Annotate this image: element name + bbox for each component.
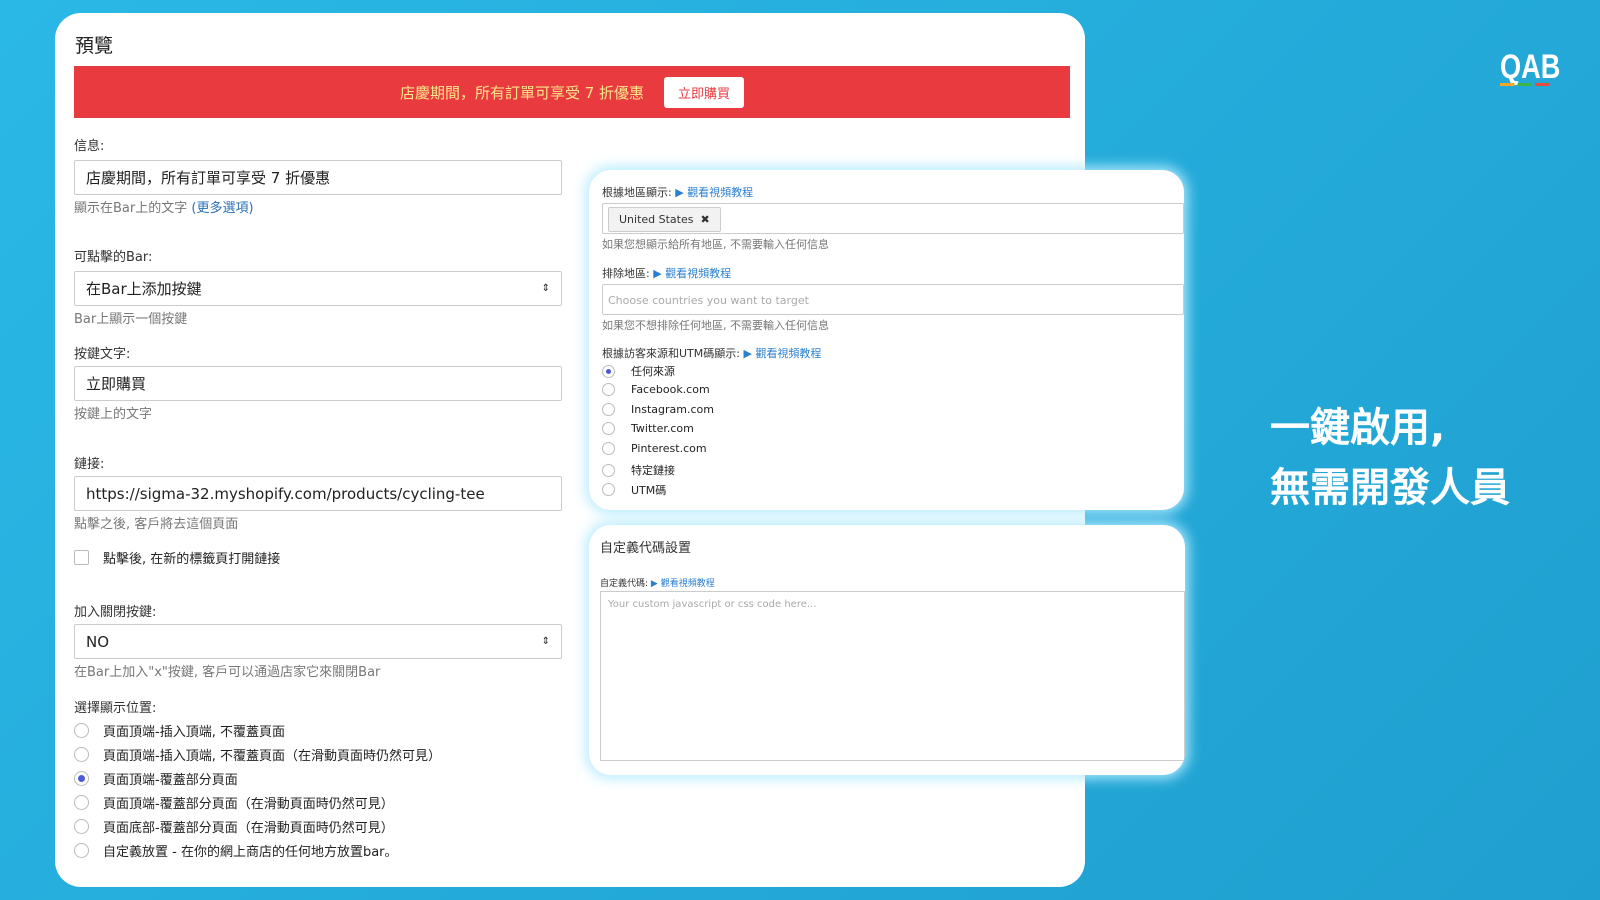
source-option[interactable]: Twitter.com <box>602 422 694 436</box>
close-label: 加入關閉按鍵: <box>74 605 157 620</box>
message-label: 信息: <box>74 139 105 154</box>
targeting-card: 根據地區顯示: ▶ 觀看視頻教程 United States ✖ 如果您想顯示給… <box>589 170 1184 510</box>
source-option-label: UTM碼 <box>631 483 667 497</box>
select-arrows-icon: ⇕ <box>541 636 550 647</box>
position-option[interactable]: 頁面底部-覆蓋部分頁面（在滑動頁面時仍然可見） <box>74 817 394 836</box>
close-select[interactable]: NO ⇕ <box>74 624 562 659</box>
source-option[interactable]: UTM碼 <box>602 482 666 498</box>
custom-code-card: 自定義代碼設置 自定義代碼: ▶ 觀看視頻教程 Your custom java… <box>589 525 1185 775</box>
clickable-help: Bar上顯示一個按鍵 <box>74 312 188 327</box>
exclude-input[interactable]: Choose countries you want to target <box>602 284 1184 315</box>
source-option-label: Twitter.com <box>631 422 694 436</box>
source-option-label: Instagram.com <box>631 402 714 416</box>
source-option[interactable]: Pinterest.com <box>602 442 707 456</box>
position-radio[interactable] <box>74 771 89 786</box>
position-option[interactable]: 頁面頂端-插入頂端, 不覆蓋頁面 <box>74 721 285 740</box>
link-value: https://sigma-32.myshopify.com/products/… <box>86 484 485 503</box>
button-text-help: 按鍵上的文字 <box>74 407 153 422</box>
position-option-label: 頁面頂端-覆蓋部分頁面（在滑動頁面時仍然可見） <box>103 797 394 812</box>
custom-code-title: 自定義代碼設置 <box>600 541 692 556</box>
source-radio[interactable] <box>602 442 615 456</box>
source-option-label: 特定鏈接 <box>631 464 675 477</box>
select-arrows-icon: ⇕ <box>541 283 550 294</box>
source-label: 根據訪客來源和UTM碼顯示: ▶ 觀看視頻教程 <box>602 347 822 360</box>
position-option-label: 自定義放置 - 在你的網上商店的任何地方放置bar。 <box>103 845 398 860</box>
button-text-input[interactable]: 立即購買 <box>74 366 562 401</box>
clickable-select[interactable]: 在Bar上添加按鍵 ⇕ <box>74 271 562 306</box>
exclude-label: 排除地區: ▶ 觀看視頻教程 <box>602 267 732 280</box>
custom-code-video-link[interactable]: ▶ 觀看視頻教程 <box>651 579 715 589</box>
clickable-label: 可點擊的Bar: <box>74 250 153 265</box>
clickable-value: 在Bar上添加按鍵 <box>86 280 202 298</box>
position-option[interactable]: 頁面頂端-覆蓋部分頁面（在滑動頁面時仍然可見） <box>74 793 394 812</box>
message-value: 店慶期間，所有訂單可享受 7 折優惠 <box>86 169 331 187</box>
source-option[interactable]: 任何來源 <box>602 363 675 379</box>
new-tab-option[interactable]: 點擊後, 在新的標籤頁打開鏈接 <box>74 548 280 567</box>
position-radio[interactable] <box>74 795 89 810</box>
page-title: 預覽 <box>75 35 114 57</box>
custom-code-textarea[interactable]: Your custom javascript or css code here.… <box>600 591 1185 761</box>
source-radio[interactable] <box>602 422 615 436</box>
hero-line-2: 無需開發人員 <box>1270 465 1510 511</box>
position-option-label: 頁面頂端-插入頂端, 不覆蓋頁面（在滑動頁面時仍然可見） <box>103 749 441 764</box>
source-radio[interactable] <box>602 382 615 396</box>
source-option-label: Facebook.com <box>631 382 710 396</box>
link-label: 鏈接: <box>74 457 105 472</box>
source-radio[interactable] <box>602 463 615 477</box>
button-text-label: 按鍵文字: <box>74 347 131 362</box>
region-tag: United States ✖ <box>608 207 721 232</box>
bar-buy-button[interactable]: 立即購買 <box>664 76 745 108</box>
region-video-link[interactable]: ▶ 觀看視頻教程 <box>675 186 753 199</box>
position-radio[interactable] <box>74 723 89 738</box>
source-radio[interactable] <box>602 483 615 497</box>
source-option-label: Pinterest.com <box>631 442 707 456</box>
qab-logo: QAB <box>1500 48 1561 86</box>
message-input[interactable]: 店慶期間，所有訂單可享受 7 折優惠 <box>74 160 562 195</box>
new-tab-label: 點擊後, 在新的標籤頁打開鏈接 <box>103 552 281 567</box>
link-help: 點擊之後, 客戶將去這個頁面 <box>74 517 239 532</box>
new-tab-checkbox[interactable] <box>74 550 89 565</box>
region-label: 根據地區顯示: ▶ 觀看視頻教程 <box>602 186 754 199</box>
region-input[interactable]: United States ✖ <box>602 203 1184 234</box>
position-radio[interactable] <box>74 843 89 858</box>
position-option-label: 頁面頂端-覆蓋部分頁面 <box>103 773 238 788</box>
position-option[interactable]: 頁面頂端-插入頂端, 不覆蓋頁面（在滑動頁面時仍然可見） <box>74 745 441 764</box>
exclude-help: 如果您不想排除任何地區, 不需要輸入任何信息 <box>602 319 829 332</box>
position-label: 選擇顯示位置: <box>74 701 157 716</box>
message-help: 顯示在Bar上的文字 (更多選項) <box>74 197 254 216</box>
announcement-bar-preview: 店慶期間，所有訂單可享受 7 折優惠 立即購買 <box>74 66 1070 118</box>
source-option[interactable]: Facebook.com <box>602 382 710 396</box>
position-radio[interactable] <box>74 747 89 762</box>
hero-line-1: 一鍵啟用, <box>1270 405 1446 451</box>
close-value: NO <box>86 632 110 651</box>
source-option-label: 任何來源 <box>631 365 675 378</box>
more-options-link[interactable]: (更多選項) <box>191 201 253 216</box>
exclude-video-link[interactable]: ▶ 觀看視頻教程 <box>653 267 731 280</box>
remove-tag-icon[interactable]: ✖ <box>701 213 710 226</box>
source-option[interactable]: Instagram.com <box>602 402 714 416</box>
bar-text: 店慶期間，所有訂單可享受 7 折優惠 <box>399 83 645 102</box>
source-radio[interactable] <box>602 402 615 416</box>
close-help: 在Bar上加入"x"按鍵, 客戶可以通過店家它來關閉Bar <box>74 665 381 680</box>
button-text-value: 立即購買 <box>86 375 147 393</box>
source-option[interactable]: 特定鏈接 <box>602 462 675 478</box>
position-option[interactable]: 自定義放置 - 在你的網上商店的任何地方放置bar。 <box>74 841 398 860</box>
custom-code-label: 自定義代碼: ▶ 觀看視頻教程 <box>600 579 715 589</box>
position-radio[interactable] <box>74 819 89 834</box>
source-video-link[interactable]: ▶ 觀看視頻教程 <box>743 347 821 360</box>
position-option[interactable]: 頁面頂端-覆蓋部分頁面 <box>74 769 238 788</box>
region-help: 如果您想顯示給所有地區, 不需要輸入任何信息 <box>602 238 829 251</box>
position-option-label: 頁面頂端-插入頂端, 不覆蓋頁面 <box>103 725 285 740</box>
message-help-text: 顯示在Bar上的文字 <box>74 201 188 216</box>
link-input[interactable]: https://sigma-32.myshopify.com/products/… <box>74 476 562 511</box>
source-radio[interactable] <box>602 364 615 378</box>
position-option-label: 頁面底部-覆蓋部分頁面（在滑動頁面時仍然可見） <box>103 821 394 836</box>
